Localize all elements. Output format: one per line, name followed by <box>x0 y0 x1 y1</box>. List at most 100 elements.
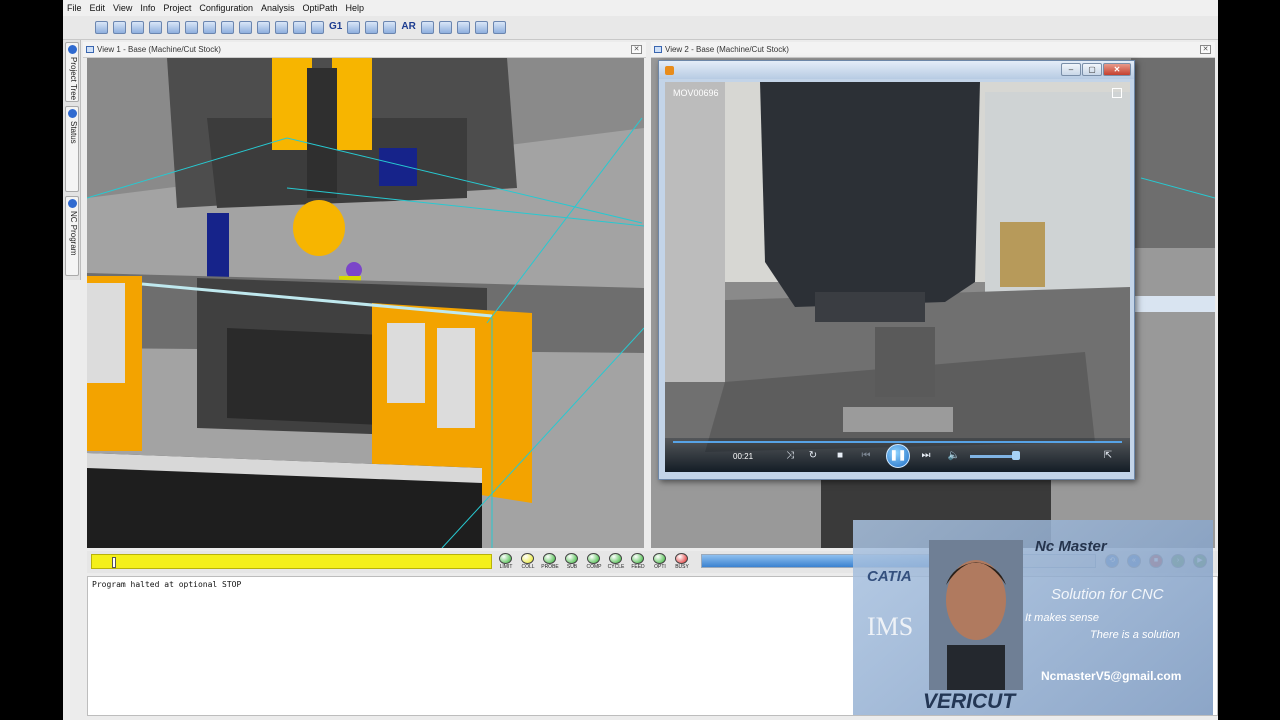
nc-program-icon[interactable] <box>275 21 288 34</box>
indicator-label: PROBE <box>541 564 559 570</box>
ar-button[interactable]: AR <box>401 21 415 34</box>
view2-header: View 2 - Base (Machine/Cut Stock) ✕ <box>651 42 1215 58</box>
stop-icon[interactable]: ■ <box>833 449 847 463</box>
volume-slider[interactable] <box>970 455 1013 458</box>
previous-icon[interactable]: ⏮ <box>859 449 873 463</box>
open-project-icon[interactable] <box>95 21 108 34</box>
optipath-icon[interactable] <box>420 21 434 34</box>
indicator-led-icon <box>609 553 622 564</box>
menu-help[interactable]: Help <box>342 3 369 13</box>
slogan-2: There is a solution <box>1090 629 1180 641</box>
layout-icon[interactable] <box>474 21 488 34</box>
indicator-label: COMP <box>586 564 602 570</box>
indicator-label: OPTI <box>654 564 666 570</box>
menu-view[interactable]: View <box>109 3 136 13</box>
indicator-led-icon <box>653 553 666 564</box>
nc-program-tab-icon <box>68 199 77 208</box>
machine-icon[interactable] <box>149 21 162 34</box>
view2-close-button[interactable]: ✕ <box>1200 45 1211 54</box>
indicator-cycle[interactable]: CYCLE <box>605 552 627 572</box>
tab-project-tree[interactable]: Project Tree <box>65 42 79 102</box>
player-app-icon <box>665 66 674 75</box>
switch-to-library-icon[interactable]: ⇱ <box>1101 449 1115 463</box>
tab-project-tree-label: Project Tree <box>69 57 78 101</box>
volume-slider-knob[interactable] <box>1012 451 1020 460</box>
settings-icon[interactable] <box>311 21 324 34</box>
view1-3d-scene[interactable] <box>87 58 644 548</box>
menu-configuration[interactable]: Configuration <box>195 3 257 13</box>
repeat-icon[interactable]: ↻ <box>806 449 820 463</box>
indicator-led-icon <box>565 553 578 564</box>
brand-title: Nc Master <box>1035 538 1107 555</box>
media-player-window[interactable]: – ▢ ✕ MOV00696 00:21 ⤨ ↻ ■ ⏮ ❚❚ ⏭ 🔈 ⇱ <box>658 60 1135 480</box>
collision-icon[interactable] <box>203 21 216 34</box>
save-project-icon[interactable] <box>113 21 126 34</box>
menu-bar: File Edit View Info Project Configuratio… <box>63 0 1218 16</box>
menu-info[interactable]: Info <box>136 3 159 13</box>
measure-icon[interactable] <box>438 21 452 34</box>
indicator-sub[interactable]: SUB <box>561 552 583 572</box>
minimize-button[interactable]: – <box>1061 63 1081 76</box>
compare-icon[interactable] <box>383 21 397 34</box>
g1-button[interactable]: G1 <box>329 21 342 34</box>
view1-close-button[interactable]: ✕ <box>631 45 642 54</box>
indicator-led-icon <box>587 553 600 564</box>
presenter-photo <box>929 540 1023 690</box>
menu-file[interactable]: File <box>63 3 86 13</box>
contact-email: NcmasterV5@gmail.com <box>1041 669 1182 683</box>
playback-controls: 00:21 ⤨ ↻ ■ ⏮ ❚❚ ⏭ 🔈 ⇱ <box>665 438 1130 472</box>
animation-speed-slider[interactable] <box>91 554 492 569</box>
pause-button[interactable]: ❚❚ <box>886 444 910 468</box>
seek-bar[interactable] <box>673 441 1122 443</box>
variables-icon[interactable] <box>293 21 306 34</box>
coordinate-icon[interactable] <box>257 21 270 34</box>
indicator-feed[interactable]: FEED <box>627 552 649 572</box>
indicator-led-icon <box>675 553 688 564</box>
maximize-button[interactable]: ▢ <box>1082 63 1102 76</box>
catia-logo-text: CATIA <box>867 568 912 585</box>
menu-optipath[interactable]: OptiPath <box>298 3 341 13</box>
indicator-led-icon <box>521 553 534 564</box>
word-format-icon[interactable] <box>365 21 379 34</box>
verify-icon[interactable] <box>131 21 144 34</box>
indicator-coll[interactable]: COLL <box>517 552 539 572</box>
indicator-opti[interactable]: OPTI <box>649 552 671 572</box>
next-icon[interactable]: ⏭ <box>919 449 933 463</box>
menu-project[interactable]: Project <box>159 3 195 13</box>
tool-manager-icon[interactable] <box>167 21 180 34</box>
tab-status-label: Status <box>69 121 78 144</box>
volume-icon[interactable]: 🔈 <box>947 449 961 463</box>
indicator-led-icon <box>543 553 556 564</box>
player-titlebar[interactable]: – ▢ ✕ <box>659 61 1134 79</box>
fixture-icon[interactable] <box>221 21 234 34</box>
left-tab-strip: Project Tree Status NC Program <box>63 40 81 280</box>
video-frame[interactable]: MOV00696 00:21 ⤨ ↻ ■ ⏮ ❚❚ ⏭ 🔈 ⇱ <box>665 82 1130 472</box>
view-grid-icon[interactable] <box>492 21 506 34</box>
machine-render <box>87 58 644 548</box>
view-icon <box>654 46 662 53</box>
tab-nc-program[interactable]: NC Program <box>65 196 79 276</box>
tagline: Solution for CNC <box>1051 586 1164 603</box>
indicator-label: COLL <box>521 564 535 570</box>
window-icon[interactable] <box>456 21 470 34</box>
cut-stock-icon[interactable] <box>185 21 198 34</box>
close-button[interactable]: ✕ <box>1103 63 1131 76</box>
current-time: 00:21 <box>733 452 754 461</box>
tab-status[interactable]: Status <box>65 106 79 192</box>
indicator-probe[interactable]: PROBE <box>539 552 561 572</box>
video-title: MOV00696 <box>673 88 719 98</box>
indicator-busy[interactable]: BUSY <box>671 552 693 572</box>
indicator-limit[interactable]: LIMIT <box>495 552 517 572</box>
fullscreen-toggle-icon[interactable] <box>1112 88 1122 98</box>
menu-edit[interactable]: Edit <box>86 3 110 13</box>
indicator-comp[interactable]: COMP <box>583 552 605 572</box>
ims-logo-text: IMS <box>867 612 914 641</box>
reset-model-icon[interactable] <box>239 21 252 34</box>
indicator-label: FEED <box>631 564 645 570</box>
indicator-label: SUB <box>566 564 578 570</box>
indicator-led-icon <box>499 553 512 564</box>
syntax-icon[interactable] <box>347 21 361 34</box>
menu-analysis[interactable]: Analysis <box>257 3 299 13</box>
shuffle-icon[interactable]: ⤨ <box>783 449 797 463</box>
speed-slider-knob[interactable] <box>111 557 116 568</box>
